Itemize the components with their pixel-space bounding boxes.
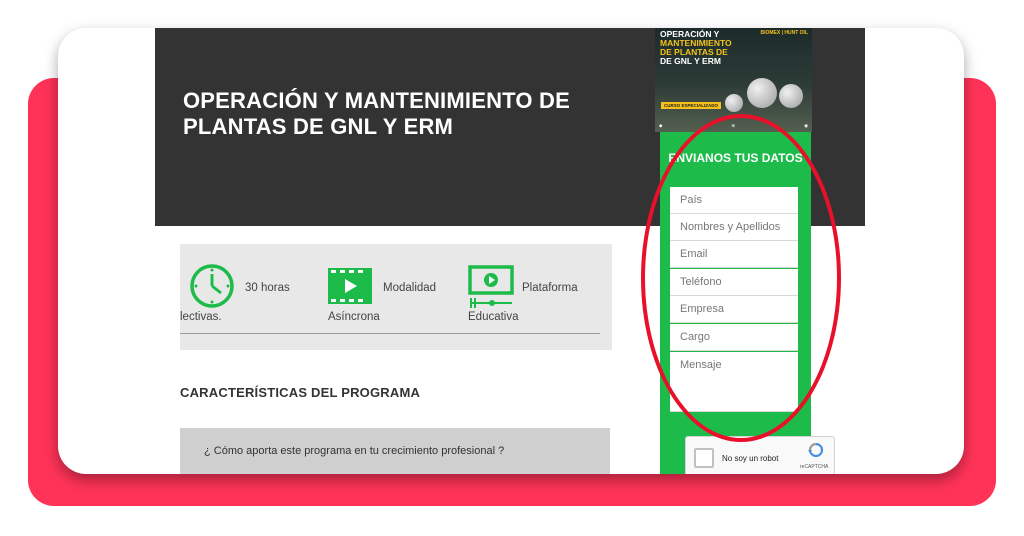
page-title: OPERACIÓN Y MANTENIMIENTO DE PLANTAS DE … (183, 88, 570, 139)
feature-hours-sub: lectivas. (180, 311, 222, 323)
course-features-panel: 30 horas lectivas. Modalidad Asíncrona P… (180, 244, 612, 350)
screenshot-frame: OPERACIÓN Y MANTENIMIENTO DE PLANTAS DE … (0, 0, 1024, 536)
recaptcha-widget: No soy un robot reCAPTCHA (685, 436, 835, 474)
gas-tank-illustration (779, 84, 803, 108)
contact-form: ENVIANOS TUS DATOS País Nombres y Apelli… (660, 132, 811, 474)
promo-title-line: DE GNL Y ERM (660, 56, 721, 66)
features-divider (180, 333, 600, 334)
promo-logos: ◆ ⊛ ◉ (659, 121, 808, 130)
video-platform-icon (468, 265, 514, 308)
feature-platform-label: Plataforma (522, 282, 578, 294)
play-video-icon (328, 268, 372, 304)
feature-platform-sub: Educativa (468, 311, 519, 323)
phone-field[interactable]: Teléfono (670, 269, 798, 296)
recaptcha-icon (808, 443, 824, 457)
clock-icon (190, 264, 234, 308)
message-field[interactable]: Mensaje (670, 352, 798, 412)
full-name-field[interactable]: Nombres y Apellidos (670, 214, 798, 241)
feature-mode-label: Modalidad (383, 282, 437, 294)
feature-mode-sub: Asíncrona (328, 311, 380, 323)
logo-icon: ⊛ (731, 122, 736, 128)
faq-question: ¿ Cómo aporta este programa en tu crecim… (204, 445, 505, 457)
gas-tank-illustration (747, 78, 777, 108)
country-field[interactable]: País (670, 187, 798, 214)
promo-brand: BIOMEX | HUNT OIL (760, 30, 808, 36)
promo-title: OPERACIÓN Y MANTENIMIENTO DE PLANTAS DE … (660, 30, 732, 66)
logo-icon: ◆ (659, 122, 663, 128)
logo-icon: ◉ (804, 122, 808, 128)
recaptcha-label: No soy un robot (722, 454, 779, 463)
form-title: ENVIANOS TUS DATOS (668, 151, 803, 165)
faq-accordion-item[interactable]: ¿ Cómo aporta este programa en tu crecim… (180, 428, 610, 474)
webpage-card: OPERACIÓN Y MANTENIMIENTO DE PLANTAS DE … (58, 28, 964, 474)
gas-tank-illustration (725, 94, 743, 112)
recaptcha-brand: reCAPTCHA (800, 464, 829, 470)
course-promo-image[interactable]: OPERACIÓN Y MANTENIMIENTO DE PLANTAS DE … (655, 28, 812, 132)
company-field[interactable]: Empresa (670, 296, 798, 323)
recaptcha-checkbox[interactable] (694, 448, 714, 468)
promo-course-tag: CURSO ESPECIALIZADO (661, 102, 722, 109)
program-features-heading: CARACTERÍSTICAS DEL PROGRAMA (180, 385, 421, 400)
position-field[interactable]: Cargo (670, 324, 798, 351)
email-field[interactable]: Email (670, 241, 798, 268)
feature-hours-label: 30 horas (245, 282, 290, 294)
